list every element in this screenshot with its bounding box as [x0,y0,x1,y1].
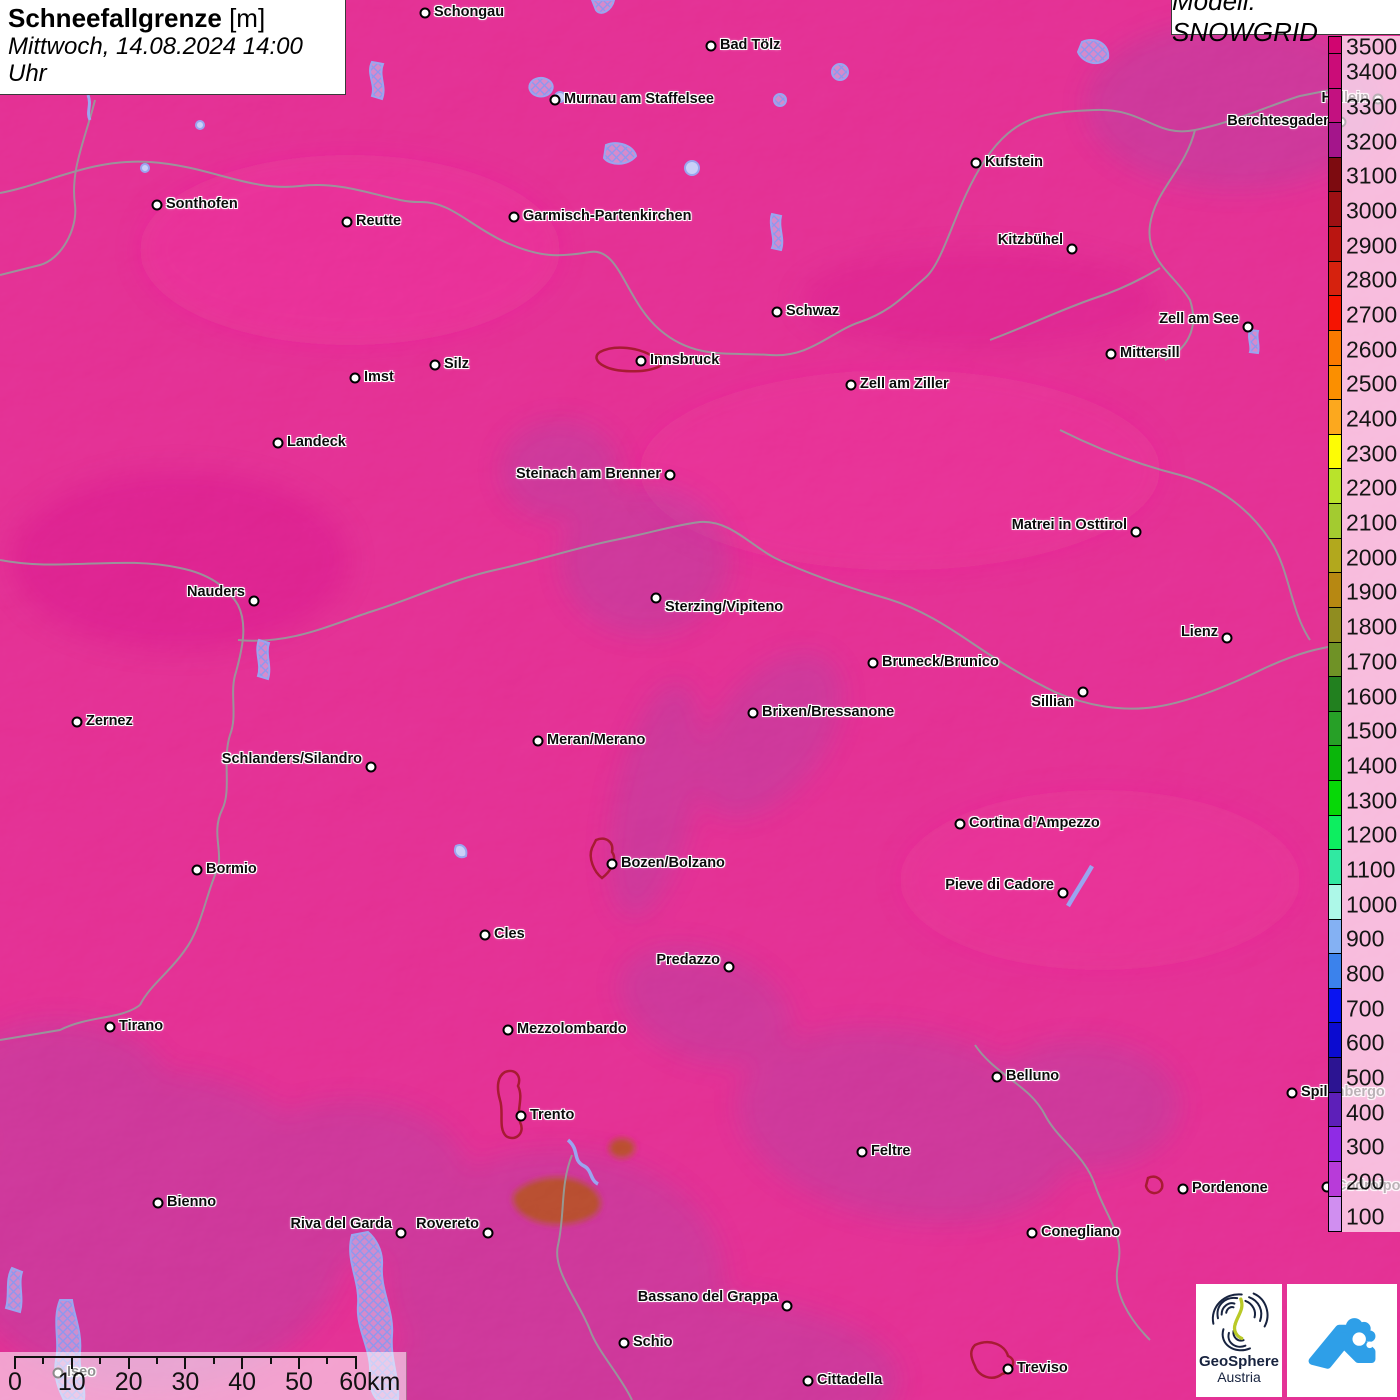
model-label: Modell: SNOWGRID [1172,0,1318,47]
geosphere-logo-text-1: GeoSphere [1198,1353,1280,1370]
title-box: Schneefallgrenze [m] Mittwoch, 14.08.202… [0,0,346,95]
colorbar-band-3100 [1329,157,1341,193]
colorbar-band-2500 [1329,365,1341,401]
map-subtitle-datetime: Mittwoch, 14.08.2024 14:00 Uhr [8,33,303,87]
colorbar-band-1700 [1329,642,1341,678]
scalebar-label: 50 [285,1368,313,1396]
colorbar-band-200 [1329,1161,1341,1197]
colorbar-band-1900 [1329,573,1341,608]
colorbar-band-2700 [1329,296,1341,331]
scalebar-label: 40 [228,1368,257,1396]
scalebar-label: 30 [171,1368,200,1396]
colorbar-label-strip [1342,36,1400,1232]
colorbar-band-1300 [1329,781,1341,816]
colorbar-band-1400 [1329,746,1341,782]
scalebar-label: 60km [339,1368,401,1396]
scalebar-minor-tick [99,1356,102,1364]
scalebar-minor-tick [156,1356,158,1364]
weather-map-screenshot: SchongauBad TölzKemptenMurnau am Staffel… [0,0,1400,1400]
scalebar-minor-tick [269,1356,272,1364]
colorbar-band-1500 [1329,711,1341,747]
geosphere-logo-text-2: Austria [1217,1369,1261,1385]
colorbar-band-900 [1329,919,1341,955]
colorbar-band-3200 [1329,123,1341,158]
colorbar-band-2800 [1329,261,1341,297]
colorbar-band-700 [1329,988,1341,1024]
colorbar-band-2400 [1329,400,1341,435]
colorbar-band-2300 [1329,434,1341,470]
colorbar-band-800 [1329,954,1341,989]
scalebar-label: 0 [8,1368,22,1396]
colorbar-band-600 [1329,1023,1341,1059]
scalebar-label: 20 [114,1368,143,1396]
colorbar-band-3400 [1329,53,1341,89]
map-title-unit: [m] [221,3,266,33]
hillshade-texture [0,0,1400,1400]
colorbar-band-400 [1329,1092,1341,1128]
colorbar-band-1000 [1329,884,1341,920]
colorbar-band-1100 [1329,850,1341,885]
colorbar-band-3000 [1329,192,1341,228]
colorbar-band-100 [1329,1196,1341,1232]
colorbar-band-1800 [1329,607,1341,643]
colorbar-band-2000 [1329,538,1341,574]
map-title: Schneefallgrenze [m] [8,3,335,33]
colorbar-band-2100 [1329,504,1341,539]
colorbar-band-1600 [1329,677,1341,712]
scale-bar: 0 10 20 30 40 50 60km [0,1352,407,1400]
colorbar-band-1200 [1329,815,1341,851]
geosphere-contour-icon [1211,1292,1269,1352]
scalebar-minor-tick [212,1356,215,1364]
scalebar-minor-tick [42,1356,45,1364]
colorbar-band-300 [1329,1127,1341,1162]
mountain-cloud-icon [1308,1317,1376,1369]
colorbar-band-2600 [1329,330,1341,366]
avalanche-service-logo [1287,1284,1397,1397]
scalebar-minor-tick [326,1356,329,1364]
scalebar-label: 10 [57,1368,86,1396]
geosphere-austria-logo: GeoSphere Austria [1196,1284,1282,1397]
colorbar-band-3300 [1329,88,1341,124]
map-canvas [0,0,1400,1400]
model-label-box: Modell: SNOWGRID [1171,0,1400,47]
colorbar-strip [1328,36,1342,1232]
map-title-text: Schneefallgrenze [8,3,222,33]
colorbar-band-500 [1329,1058,1341,1093]
colorbar-band-2200 [1329,469,1341,505]
colorbar-band-2900 [1329,227,1341,262]
